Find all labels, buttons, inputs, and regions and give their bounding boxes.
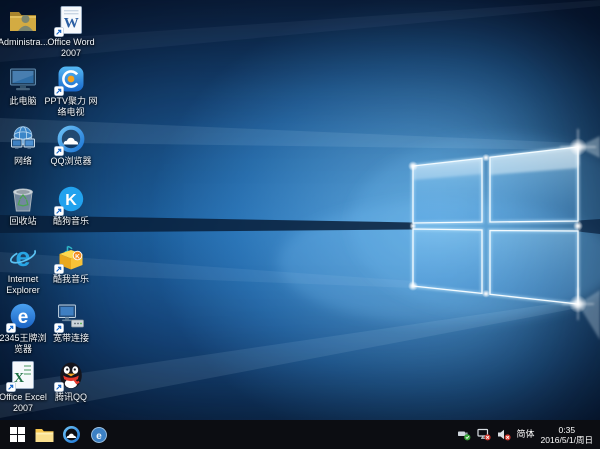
desktop-icon-label: 网络 [0,156,50,167]
desktop-icon-label: QQ浏览器 [44,156,98,167]
clock-time: 0:35 [541,425,593,435]
system-tray: 简体 0:35 2016/5/1/周日 [457,420,600,449]
file-explorer-button[interactable] [31,420,58,449]
taskbar-clock[interactable]: 0:35 2016/5/1/周日 [541,425,593,445]
desktop-icon-office-excel[interactable]: X Office Excel 2007 [0,360,46,414]
broadband-icon [56,301,86,331]
desktop-icon-label: 腾讯QQ [44,392,98,403]
usb-safely-remove-icon[interactable] [457,428,471,441]
start-icon [10,427,25,442]
desktop-icon-label: 2345王牌浏览器 [0,333,50,355]
shortcut-arrow-icon [54,27,64,37]
desktop-icon-pptv[interactable]: PPTV聚力 网络电视 [46,64,96,118]
desktop-icon-kuwo[interactable]: K 酷我音乐 [46,242,96,285]
svg-text:K: K [75,254,80,261]
desktop-icon-label: 酷我音乐 [44,274,98,285]
desktop-icon-label: 回收站 [0,216,50,227]
kugou-music-icon: K [56,184,86,214]
shortcut-arrow-icon [6,323,16,333]
tencent-qq-icon [56,360,86,390]
svg-text:e: e [96,430,102,441]
e-browser-taskbar-button[interactable]: e [85,420,112,449]
desktop-icon-kugou[interactable]: K 酷狗音乐 [46,184,96,227]
desktop-icon-label: Internet Explorer [0,274,50,296]
qq-browser-taskbar-button[interactable] [58,420,85,449]
2345-browser-icon: e [8,301,38,331]
e-browser-icon: e [90,426,108,444]
input-method-indicator[interactable]: 简体 [517,420,535,449]
svg-text:K: K [65,192,77,209]
svg-text:W: W [64,16,79,32]
desktop-icon-administrator[interactable]: Administra... [0,5,46,48]
desktop-icon-tencent-qq[interactable]: 腾讯QQ [46,360,96,403]
desktop-icon-recycle-bin[interactable]: 回收站 [0,184,46,227]
desktop-icon-office-word[interactable]: W Office Word 2007 [46,5,96,59]
network-disconnected-icon[interactable] [477,428,491,441]
desktop-icon-broadband[interactable]: 宽带连接 [46,301,96,344]
desktop-icon-label: PPTV聚力 网络电视 [44,96,98,118]
desktop-icon-2345-browser[interactable]: e 2345王牌浏览器 [0,301,46,355]
desktop: Administra... W Office Word 2007 [0,0,600,449]
shortcut-arrow-icon [54,382,64,392]
shortcut-arrow-icon [6,382,16,392]
qq-browser-icon [56,124,86,154]
ie-icon: e [8,242,38,272]
desktop-icon-this-pc[interactable]: 此电脑 [0,64,46,107]
taskbar: e [0,420,600,449]
desktop-icon-internet-explorer[interactable]: e Internet Explorer [0,242,46,296]
shortcut-arrow-icon [54,146,64,156]
computer-icon [8,64,38,94]
word-icon: W [56,5,86,35]
clock-date: 2016/5/1/周日 [541,435,593,445]
kuwo-music-icon: K [56,242,86,272]
pptv-icon [56,64,86,94]
svg-text:e: e [15,242,30,272]
shortcut-arrow-icon [54,264,64,274]
excel-icon: X [8,360,38,390]
network-globe-icon [8,124,38,154]
desktop-icon-label: 此电脑 [0,96,50,107]
shortcut-arrow-icon [54,323,64,333]
desktop-icon-label: Administra... [0,37,50,48]
file-explorer-icon [35,427,54,443]
recycle-bin-icon [8,184,38,214]
svg-text:e: e [18,307,29,328]
volume-muted-icon[interactable] [497,428,511,441]
desktop-icon-label: 宽带连接 [44,333,98,344]
user-folder-icon [8,5,38,35]
start-button[interactable] [4,420,31,449]
desktop-icon-network[interactable]: 网络 [0,124,46,167]
desktop-icon-label: Office Word 2007 [44,37,98,59]
shortcut-arrow-icon [54,86,64,96]
desktop-icon-qq-browser[interactable]: QQ浏览器 [46,124,96,167]
qq-browser-icon [62,425,81,444]
desktop-icon-label: Office Excel 2007 [0,392,50,414]
shortcut-arrow-icon [54,206,64,216]
desktop-icon-label: 酷狗音乐 [44,216,98,227]
